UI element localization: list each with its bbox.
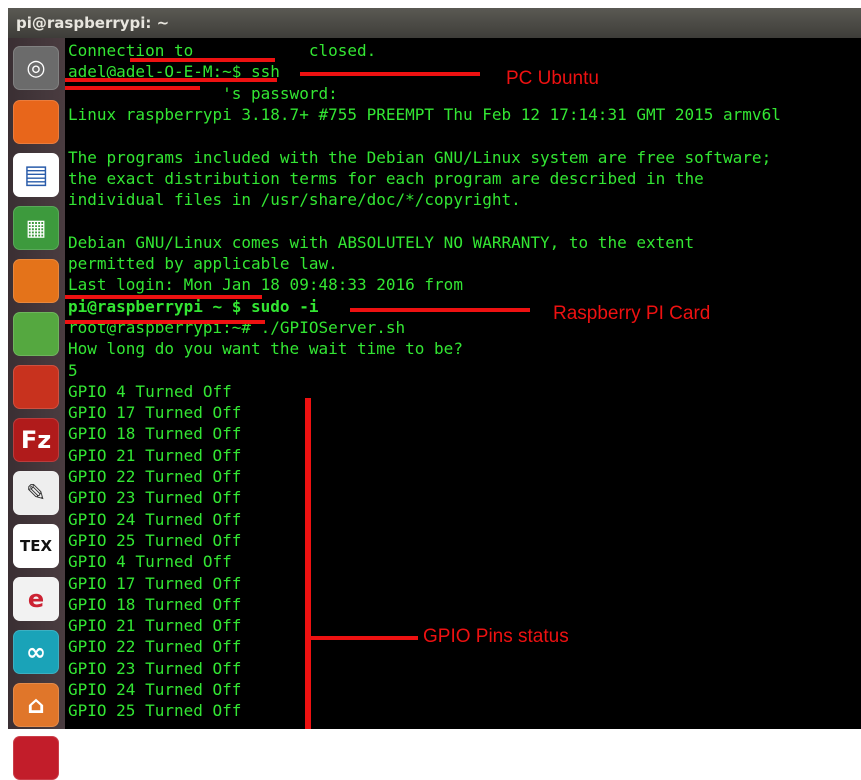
firefox-icon[interactable] — [13, 100, 59, 144]
terminal-line: GPIO 23 Turned Off — [68, 488, 242, 508]
terminal-line: GPIO 21 Turned Off — [68, 445, 242, 465]
terminal-line: How long do you want the wait time to be… — [68, 339, 463, 359]
unity-launcher: ◎ ▤ ▦ Fz ✎ TEX e ∞ ⌂ — [8, 38, 65, 780]
terminal-line: GPIO 25 Turned Off — [68, 530, 242, 550]
annotation-underline-last-login — [65, 295, 262, 299]
terminal-line: GPIO 17 Turned Off — [68, 403, 242, 423]
annotation-pc-ubuntu: PC Ubuntu — [506, 68, 599, 89]
annotation-gpio-vertical-bar — [305, 398, 311, 729]
terminal-line: GPIO 22 Turned Off — [68, 637, 242, 657]
libreoffice-writer-icon[interactable]: ▤ — [13, 153, 59, 197]
annotation-underline-ssh — [300, 72, 480, 76]
software-center-icon[interactable] — [13, 259, 59, 303]
browser-icon[interactable]: e — [13, 577, 59, 621]
arduino-icon[interactable]: ∞ — [13, 630, 59, 674]
system-settings-icon[interactable] — [13, 312, 59, 356]
annotation-raspberry-card: Raspberry PI Card — [553, 303, 711, 324]
terminal-line: 5 — [68, 360, 78, 380]
window-title: pi@raspberrypi: ~ — [16, 14, 170, 32]
terminal-line: GPIO 23 Turned Off — [68, 658, 242, 678]
terminal-line: GPIO 25 Turned Off — [68, 701, 242, 721]
terminal-line: GPIO 18 Turned Off — [68, 594, 242, 614]
annotation-underline-pi-prompt — [65, 320, 265, 324]
terminal-line: the exact distribution terms for each pr… — [68, 168, 704, 188]
libreoffice-calc-icon[interactable]: ▦ — [13, 206, 59, 250]
terminal-line: GPIO 24 Turned Off — [68, 680, 242, 699]
terminal-line: Last login: Mon Jan 18 09:48:33 2016 fro… — [68, 275, 463, 295]
annotation-underline-connection — [130, 58, 275, 62]
terminal-line: individual files in /usr/share/doc/*/cop… — [68, 190, 521, 210]
terminal-line: GPIO 22 Turned Off — [68, 467, 242, 486]
terminal-line: Linux raspberrypi 3.18.7+ #755 PREEMPT T… — [68, 104, 781, 124]
annotation-gpio-status: GPIO Pins status — [423, 626, 569, 647]
terminal-line: The programs included with the Debian GN… — [68, 147, 772, 167]
window-titlebar[interactable]: pi@raspberrypi: ~ — [8, 8, 861, 38]
tex-editor-icon[interactable]: TEX — [13, 524, 59, 568]
home-folder-icon[interactable]: ⌂ — [13, 683, 59, 727]
annotation-gpio-arrow — [311, 636, 418, 640]
terminal-line: permitted by applicable law. — [68, 254, 338, 273]
terminal-line: GPIO 21 Turned Off — [68, 616, 242, 636]
terminal-line: GPIO 17 Turned Off — [68, 573, 242, 593]
text-editor-icon[interactable]: ✎ — [13, 471, 59, 515]
terminal-line: GPIO 4 Turned Off — [68, 552, 232, 572]
terminal-line: GPIO 18 Turned Off — [68, 424, 242, 444]
annotation-underline-user — [65, 78, 277, 82]
annotation-underline-sudo — [350, 308, 530, 312]
terminal-line: GPIO 4 Turned Off — [68, 381, 232, 401]
terminal-line: GPIO 24 Turned Off — [68, 509, 242, 529]
filezilla-icon[interactable]: Fz — [13, 418, 59, 462]
app-icon[interactable] — [13, 736, 59, 780]
annotation-underline-password — [65, 86, 200, 90]
terminal-line: Debian GNU/Linux comes with ABSOLUTELY N… — [68, 232, 695, 252]
ubuntu-dash-icon[interactable]: ◎ — [13, 46, 59, 90]
update-manager-icon[interactable] — [13, 365, 59, 409]
